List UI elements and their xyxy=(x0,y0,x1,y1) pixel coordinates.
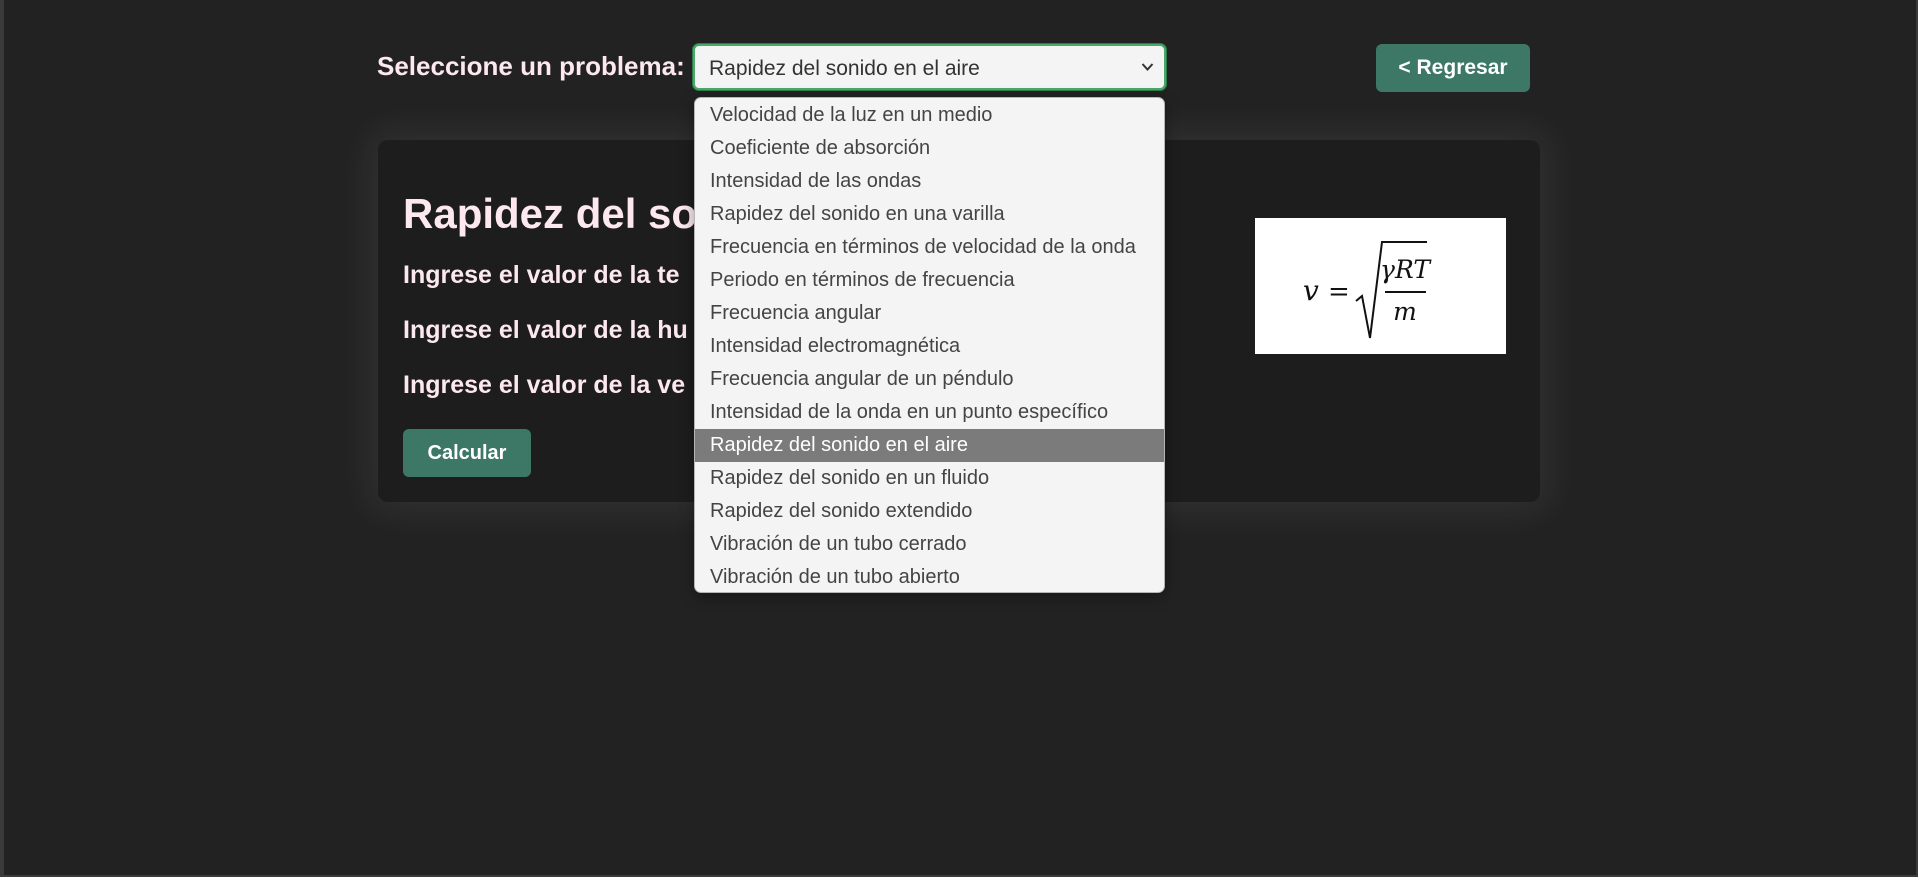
dropdown-option[interactable]: Rapidez del sonido extendido xyxy=(695,495,1164,528)
formula-lhs: v xyxy=(1303,274,1319,307)
velocity-prompt: Ingrese el valor de la ve xyxy=(403,371,686,399)
dropdown-option[interactable]: Vibración de un tubo cerrado xyxy=(695,528,1164,561)
problem-dropdown-list[interactable]: Velocidad de la luz en un medio Coeficie… xyxy=(694,97,1165,593)
dropdown-option[interactable]: Frecuencia angular xyxy=(695,297,1164,330)
dropdown-option[interactable]: Velocidad de la luz en un medio xyxy=(695,99,1164,132)
formula-numerator: γRT xyxy=(1380,255,1432,284)
calculate-button[interactable]: Calcular xyxy=(403,429,531,477)
dropdown-option[interactable]: Frecuencia angular de un péndulo xyxy=(695,363,1164,396)
chevron-down-icon xyxy=(1141,63,1154,71)
dropdown-option[interactable]: Periodo en términos de frecuencia xyxy=(695,264,1164,297)
temperature-prompt: Ingrese el valor de la te xyxy=(403,261,680,289)
problem-select-value: Rapidez del sonido en el aire xyxy=(709,57,980,80)
back-button[interactable]: < Regresar xyxy=(1376,44,1530,92)
problem-select[interactable]: Rapidez del sonido en el aire xyxy=(693,44,1166,90)
dropdown-option[interactable]: Rapidez del sonido en un fluido xyxy=(695,462,1164,495)
formula-denominator: m xyxy=(1393,297,1417,326)
formula-equals: = xyxy=(1328,277,1350,307)
dropdown-option[interactable]: Vibración de un tubo abierto xyxy=(695,561,1164,592)
dropdown-option[interactable]: Intensidad de la onda en un punto especí… xyxy=(695,396,1164,429)
problem-select-label: Seleccione un problema: xyxy=(377,51,685,81)
formula-image: v = γRT m xyxy=(1255,218,1506,354)
dropdown-option[interactable]: Intensidad de las ondas xyxy=(695,165,1164,198)
problem-title: Rapidez del sor xyxy=(403,190,714,237)
window-border-left xyxy=(0,0,4,877)
humidity-prompt: Ingrese el valor de la hu xyxy=(403,316,688,344)
dropdown-option[interactable]: Intensidad electromagnética xyxy=(695,330,1164,363)
dropdown-option-selected[interactable]: Rapidez del sonido en el aire xyxy=(695,429,1164,462)
dropdown-option[interactable]: Coeficiente de absorción xyxy=(695,132,1164,165)
dropdown-option[interactable]: Frecuencia en términos de velocidad de l… xyxy=(695,231,1164,264)
dropdown-option[interactable]: Rapidez del sonido en una varilla xyxy=(695,198,1164,231)
